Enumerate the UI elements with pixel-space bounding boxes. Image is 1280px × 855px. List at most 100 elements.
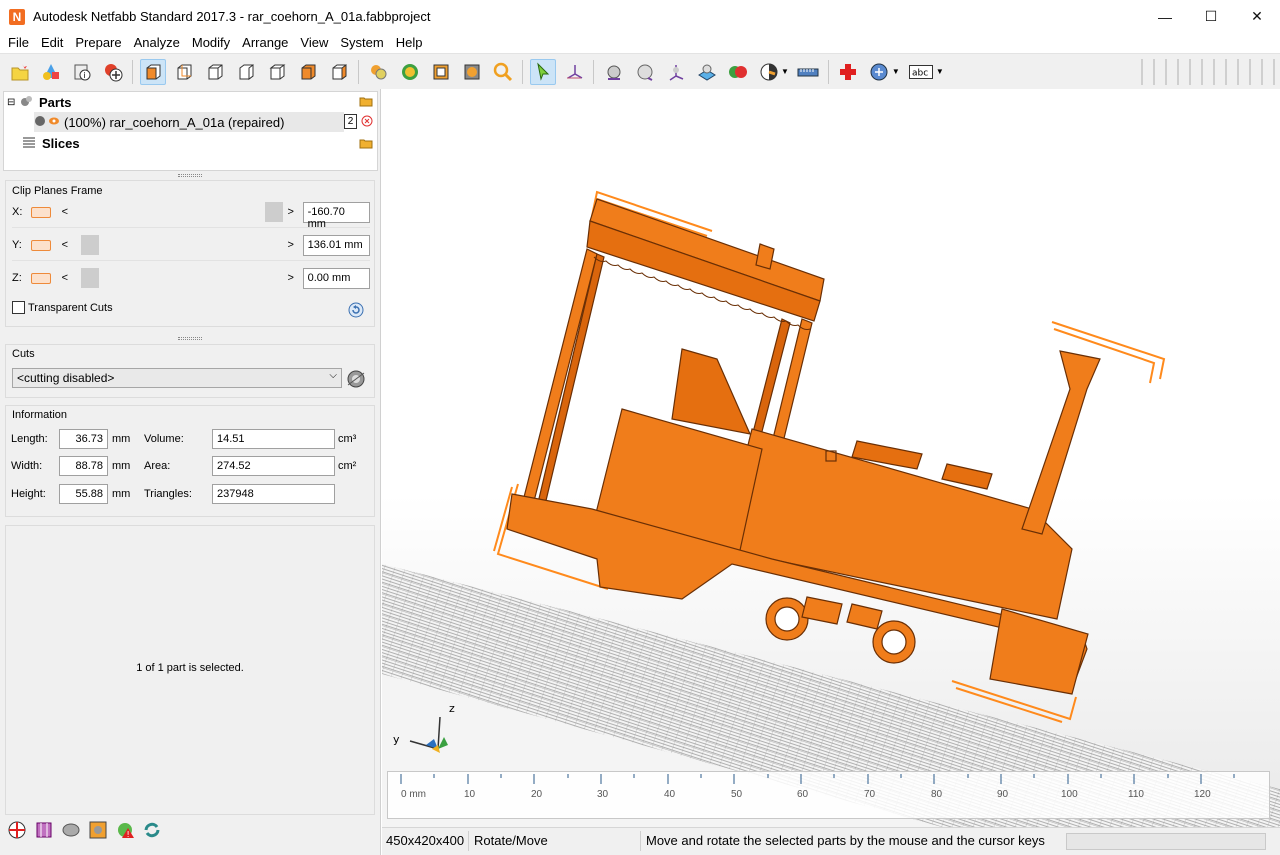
ruler-label-70: 70: [864, 789, 876, 800]
part-info-icon[interactable]: i: [69, 59, 95, 85]
view-right-icon[interactable]: [233, 59, 259, 85]
menu-help[interactable]: Help: [390, 33, 429, 53]
axes-icon[interactable]: [663, 59, 689, 85]
triangles-label: Triangles:: [144, 488, 192, 500]
view-top-icon[interactable]: [264, 59, 290, 85]
minimize-button[interactable]: —: [1142, 0, 1188, 33]
transparent-cuts-checkbox[interactable]: [12, 301, 25, 314]
menu-bar: File Edit Prepare Analyze Modify Arrange…: [0, 33, 1280, 53]
refresh-icon[interactable]: [141, 819, 163, 841]
width-value: 88.78: [59, 456, 108, 476]
add-icon[interactable]: [100, 59, 126, 85]
open-project-icon[interactable]: [7, 59, 33, 85]
labels-icon[interactable]: [866, 59, 892, 85]
clip-x-slider[interactable]: [75, 202, 283, 222]
ruler-icon[interactable]: [795, 59, 821, 85]
view-left-icon[interactable]: [202, 59, 228, 85]
view-bottom-icon[interactable]: [295, 59, 321, 85]
zoom-all-icon[interactable]: [366, 59, 392, 85]
measurement-ruler: 0 mm 10 20 30 40 50 60 70 80 90 100 110 …: [387, 771, 1270, 819]
eye-icon[interactable]: [48, 115, 64, 129]
move-icon[interactable]: [561, 59, 587, 85]
progress-bar: [1066, 833, 1266, 850]
warning-icon[interactable]: !: [114, 819, 136, 841]
export-icon[interactable]: [33, 819, 55, 841]
cut-settings-icon[interactable]: [346, 369, 366, 392]
colors-icon[interactable]: [725, 59, 751, 85]
slices-icon: [22, 136, 42, 151]
folder-icon[interactable]: [359, 137, 373, 152]
folder-icon[interactable]: [359, 95, 373, 110]
select-icon[interactable]: [529, 58, 556, 85]
splitter-handle[interactable]: [178, 337, 202, 340]
slider-thumb[interactable]: [80, 268, 99, 288]
clip-z-row: Z: < > 0.00 mm: [12, 265, 370, 291]
view-front-icon[interactable]: [139, 58, 166, 85]
view-iso-icon[interactable]: [326, 59, 352, 85]
ruler-label-10: 10: [464, 789, 476, 800]
clip-z-slider[interactable]: [75, 268, 281, 288]
close-button[interactable]: ✕: [1234, 0, 1280, 33]
chevron-down-icon[interactable]: ▼: [781, 67, 789, 76]
zoom-selection-icon[interactable]: [397, 59, 423, 85]
menu-modify[interactable]: Modify: [186, 33, 236, 53]
clip-z-input[interactable]: 0.00 mm: [302, 267, 370, 289]
status-bar: 450x420x400 Rotate/Move Move and rotate …: [382, 827, 1280, 855]
slider-thumb[interactable]: [80, 235, 99, 255]
add-support-icon[interactable]: [6, 819, 28, 841]
width-unit: mm: [112, 460, 131, 472]
slider-right-arrow[interactable]: >: [285, 272, 297, 284]
area-label: Area:: [144, 460, 171, 472]
slider-left-arrow[interactable]: <: [59, 206, 71, 218]
collapse-icon[interactable]: ⊟: [7, 97, 19, 108]
slider-thumb[interactable]: [264, 202, 283, 222]
menu-prepare[interactable]: Prepare: [69, 33, 127, 53]
slider-right-arrow[interactable]: >: [285, 206, 297, 218]
slider-right-arrow[interactable]: >: [285, 239, 297, 251]
maximize-button[interactable]: ☐: [1188, 0, 1234, 33]
repair-icon[interactable]: [835, 59, 861, 85]
tree-node-parts[interactable]: ⊟ Parts: [7, 92, 72, 112]
clip-z-toggle[interactable]: [31, 272, 51, 284]
sphere-icon[interactable]: [60, 819, 82, 841]
3d-viewport[interactable]: z y 0 mm 10 20 30 40 50 60 70 80 90 100 …: [382, 89, 1280, 827]
slider-left-arrow[interactable]: <: [59, 272, 71, 284]
zoom-icon[interactable]: [490, 59, 516, 85]
sphere-icon[interactable]: [632, 59, 658, 85]
slider-left-arrow[interactable]: <: [59, 239, 71, 251]
project-tree: ⊟ Parts (100%) rar_coehorn_A_01a (repair…: [3, 91, 378, 171]
remove-part-icon[interactable]: [361, 115, 373, 130]
clip-y-slider[interactable]: [75, 235, 281, 255]
menu-analyze[interactable]: Analyze: [128, 33, 186, 53]
tree-node-slices[interactable]: Slices: [22, 133, 80, 153]
add-part-icon[interactable]: [38, 59, 64, 85]
chevron-down-icon[interactable]: ▼: [892, 67, 900, 76]
cuts-dropdown[interactable]: <cutting disabled> ⌵: [12, 368, 342, 388]
reset-icon[interactable]: [348, 302, 364, 321]
clip-y-toggle[interactable]: [31, 239, 51, 251]
menu-view[interactable]: View: [294, 33, 334, 53]
view-back-icon[interactable]: [171, 59, 197, 85]
menu-system[interactable]: System: [334, 33, 389, 53]
tree-node-part[interactable]: (100%) rar_coehorn_A_01a (repaired): [34, 112, 344, 132]
clip-x-input[interactable]: -160.70 mm: [302, 201, 370, 230]
scene[interactable]: z y: [382, 89, 1280, 827]
clip-y-input[interactable]: 136.01 mm: [302, 234, 370, 256]
menu-file[interactable]: File: [2, 33, 35, 53]
zoom-part-icon[interactable]: [459, 59, 485, 85]
shading-icon[interactable]: [756, 59, 782, 85]
chevron-down-icon[interactable]: ▼: [936, 67, 944, 76]
platform-icon[interactable]: [694, 59, 720, 85]
menu-arrange[interactable]: Arrange: [236, 33, 294, 53]
splitter-handle[interactable]: [178, 174, 202, 177]
slices-label: Slices: [42, 135, 80, 151]
zoom-platform-icon[interactable]: [428, 59, 454, 85]
measure-icon[interactable]: [601, 59, 627, 85]
ruler-label-20: 20: [531, 789, 543, 800]
clip-x-toggle[interactable]: [31, 206, 51, 218]
x-label: X:: [12, 206, 23, 218]
text-icon[interactable]: abc: [906, 59, 936, 85]
ruler-label-50: 50: [731, 789, 743, 800]
menu-edit[interactable]: Edit: [35, 33, 69, 53]
repair-part-icon[interactable]: [87, 819, 109, 841]
